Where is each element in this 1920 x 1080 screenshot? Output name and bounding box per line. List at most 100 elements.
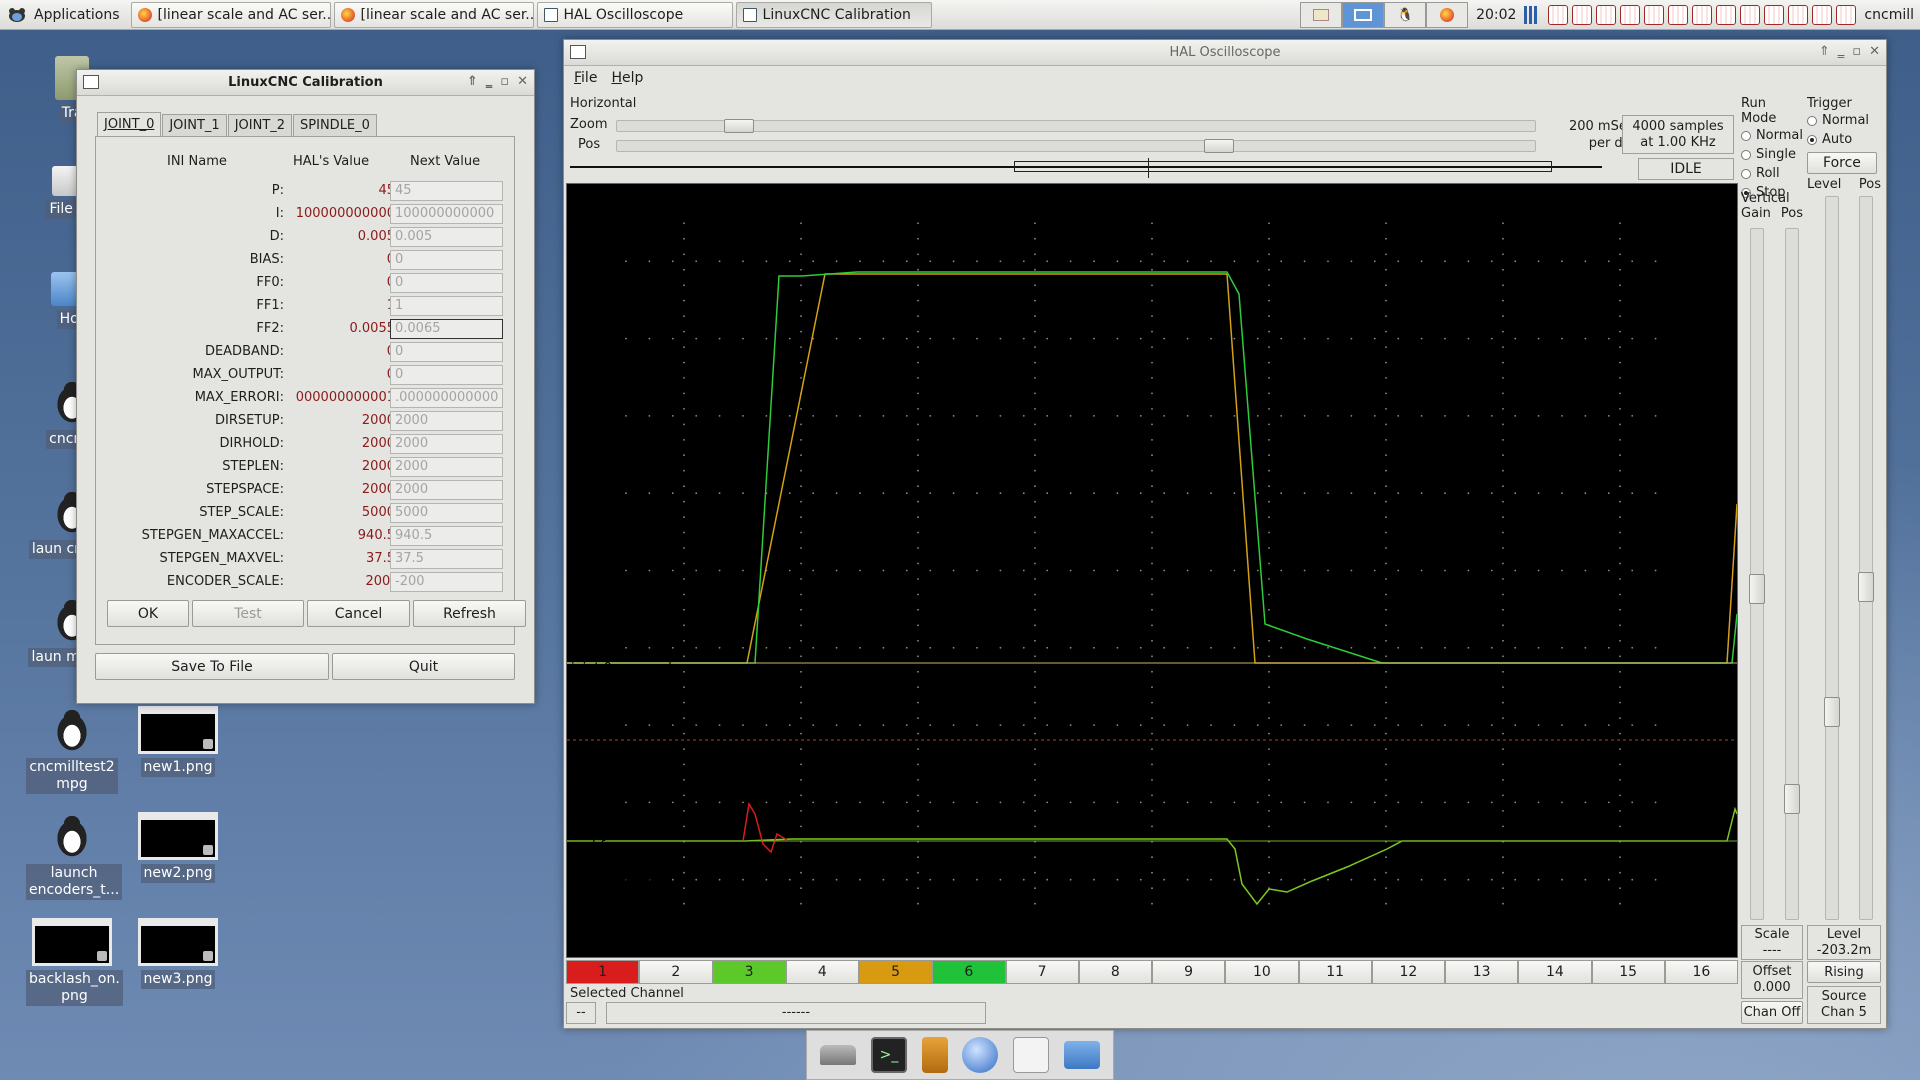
samples-display[interactable]: 4000 samples at 1.00 KHz — [1622, 115, 1734, 154]
workspace-4[interactable] — [1426, 2, 1469, 28]
workspace-1[interactable] — [1300, 2, 1343, 28]
next-value-field[interactable]: 0.0065 — [390, 319, 503, 339]
quit-button[interactable]: Quit — [332, 653, 515, 680]
vertical-pos-slider[interactable] — [1784, 228, 1800, 920]
file-cabinet-icon[interactable] — [921, 1037, 948, 1073]
shade-icon[interactable]: ⇑ — [1819, 44, 1830, 59]
next-value-field[interactable]: 2000 — [390, 457, 503, 477]
next-value-field[interactable]: -200 — [390, 572, 503, 592]
next-value-field[interactable]: 2000 — [390, 411, 503, 431]
channel-button-14[interactable]: 14 — [1518, 960, 1592, 984]
desktop-icon-new3[interactable]: new3.png — [132, 918, 224, 989]
chan-off-button[interactable]: Chan Off — [1741, 1001, 1803, 1024]
user-name[interactable]: cncmill — [1864, 7, 1914, 23]
next-value-field[interactable]: 0 — [390, 273, 503, 293]
run-mode-normal[interactable]: Normal — [1741, 126, 1803, 145]
run-mode-roll[interactable]: Roll — [1741, 164, 1803, 183]
next-value-field[interactable]: 37.5 — [390, 549, 503, 569]
task-linuxcnc-calibration[interactable]: LinuxCNC Calibration — [735, 1, 932, 28]
trigger-edge-button[interactable]: Rising — [1807, 961, 1881, 983]
tab-joint-2[interactable]: JOINT_2 — [227, 114, 293, 136]
menu-help[interactable]: Help — [611, 70, 643, 86]
channel-button-7[interactable]: 7 — [1005, 960, 1079, 984]
channel-button-6[interactable]: 6 — [932, 960, 1006, 984]
calibration-titlebar[interactable]: LinuxCNC Calibration ⇑ ‗ ▫ ✕ — [77, 70, 534, 96]
tab-spindle-0[interactable]: SPINDLE_0 — [293, 114, 377, 136]
minimize-icon[interactable]: ‗ — [486, 74, 493, 89]
zoom-slider-handle[interactable] — [723, 119, 754, 133]
zoom-slider[interactable] — [616, 119, 1536, 133]
desktop-icon-cncmilltest2[interactable]: cncmilltest2 mpg — [26, 706, 118, 794]
desktop-icon-new2[interactable]: new2.png — [132, 812, 224, 883]
next-value-field[interactable]: 0 — [390, 250, 503, 270]
channel-button-15[interactable]: 15 — [1591, 960, 1665, 984]
channel-button-11[interactable]: 11 — [1298, 960, 1372, 984]
window-menu-icon[interactable] — [83, 75, 99, 89]
tab-joint-1[interactable]: JOINT_1 — [162, 114, 227, 136]
task-firefox-1[interactable]: [linear scale and AC ser... — [130, 1, 331, 28]
maximize-icon[interactable]: ▫ — [500, 74, 509, 89]
next-value-field[interactable]: 0 — [390, 365, 503, 385]
search-icon[interactable] — [1012, 1037, 1049, 1073]
force-trigger-button[interactable]: Force — [1807, 152, 1877, 174]
pos-slider[interactable] — [616, 139, 1536, 153]
trigger-source-button[interactable]: Source Chan 5 — [1807, 986, 1881, 1024]
terminal-icon[interactable]: >_ — [870, 1037, 907, 1073]
pos-slider-handle[interactable] — [1204, 139, 1235, 153]
channel-button-8[interactable]: 8 — [1078, 960, 1152, 984]
close-icon[interactable]: ✕ — [1869, 44, 1880, 59]
channel-button-5[interactable]: 5 — [859, 960, 933, 984]
scope-titlebar[interactable]: HAL Oscilloscope ⇑ ‗ ▫ ✕ — [564, 40, 1886, 66]
trigger-normal[interactable]: Normal — [1807, 111, 1881, 130]
next-value-field[interactable]: 5000 — [390, 503, 503, 523]
trigger-level-handle[interactable] — [1824, 697, 1840, 727]
channel-button-4[interactable]: 4 — [785, 960, 859, 984]
shade-icon[interactable]: ⇑ — [467, 74, 478, 89]
save-to-file-button[interactable]: Save To File — [95, 653, 329, 680]
next-value-field[interactable]: 0.005 — [390, 227, 503, 247]
workspace-2[interactable] — [1342, 2, 1385, 28]
next-value-field[interactable]: 940.5 — [390, 526, 503, 546]
task-firefox-2[interactable]: [linear scale and AC ser... — [333, 1, 534, 28]
close-icon[interactable]: ✕ — [517, 74, 528, 89]
web-browser-icon[interactable] — [962, 1037, 999, 1073]
next-value-field[interactable]: 1 — [390, 296, 503, 316]
vertical-pos-handle[interactable] — [1784, 784, 1800, 814]
selected-channel-name[interactable]: ------ — [606, 1002, 986, 1024]
channel-button-12[interactable]: 12 — [1371, 960, 1445, 984]
next-value-field[interactable]: 2000 — [390, 480, 503, 500]
channel-button-16[interactable]: 16 — [1664, 960, 1738, 984]
test-button[interactable]: Test — [192, 600, 304, 627]
run-mode-single[interactable]: Single — [1741, 145, 1803, 164]
minimize-icon[interactable]: ‗ — [1838, 44, 1845, 59]
next-value-field[interactable]: .000000000000 — [390, 388, 503, 408]
vertical-gain-handle[interactable] — [1749, 574, 1765, 604]
trigger-pos-handle[interactable] — [1858, 572, 1874, 602]
cancel-button[interactable]: Cancel — [307, 600, 410, 627]
applications-menu[interactable]: Applications — [0, 0, 128, 30]
next-value-field[interactable]: 45 — [390, 181, 503, 201]
clock[interactable]: 20:02 — [1476, 7, 1516, 23]
tab-joint-0[interactable]: JOINT_0 — [97, 112, 162, 136]
next-value-field[interactable]: 0 — [390, 342, 503, 362]
desktop-icon-new1[interactable]: new1.png — [132, 706, 224, 777]
channel-button-10[interactable]: 10 — [1225, 960, 1299, 984]
vertical-gain-slider[interactable] — [1749, 228, 1765, 920]
ok-button[interactable]: OK — [107, 600, 189, 627]
channel-button-13[interactable]: 13 — [1445, 960, 1519, 984]
show-desktop-icon[interactable] — [820, 1045, 857, 1065]
desktop-icon-backlash-on[interactable]: backlash_on. png — [26, 918, 123, 1006]
menu-file[interactable]: File — [574, 70, 597, 86]
channel-button-1[interactable]: 1 — [566, 960, 640, 984]
trigger-pos-slider[interactable] — [1858, 196, 1874, 920]
next-value-field[interactable]: 100000000000 — [390, 204, 503, 224]
trigger-level-slider[interactable] — [1824, 196, 1840, 920]
channel-button-3[interactable]: 3 — [712, 960, 786, 984]
desktop-icon-launch-encoders[interactable]: launch encoders_t... — [26, 812, 123, 900]
folder-icon[interactable] — [1063, 1041, 1100, 1069]
trigger-auto[interactable]: Auto — [1807, 130, 1881, 149]
next-value-field[interactable]: 2000 — [390, 434, 503, 454]
workspace-3[interactable]: 🐧 — [1384, 2, 1427, 28]
scope-display[interactable]: joint.0.pos-cmd 200m/div joint.0.pos-fb … — [566, 183, 1738, 958]
window-menu-icon[interactable] — [570, 45, 586, 59]
